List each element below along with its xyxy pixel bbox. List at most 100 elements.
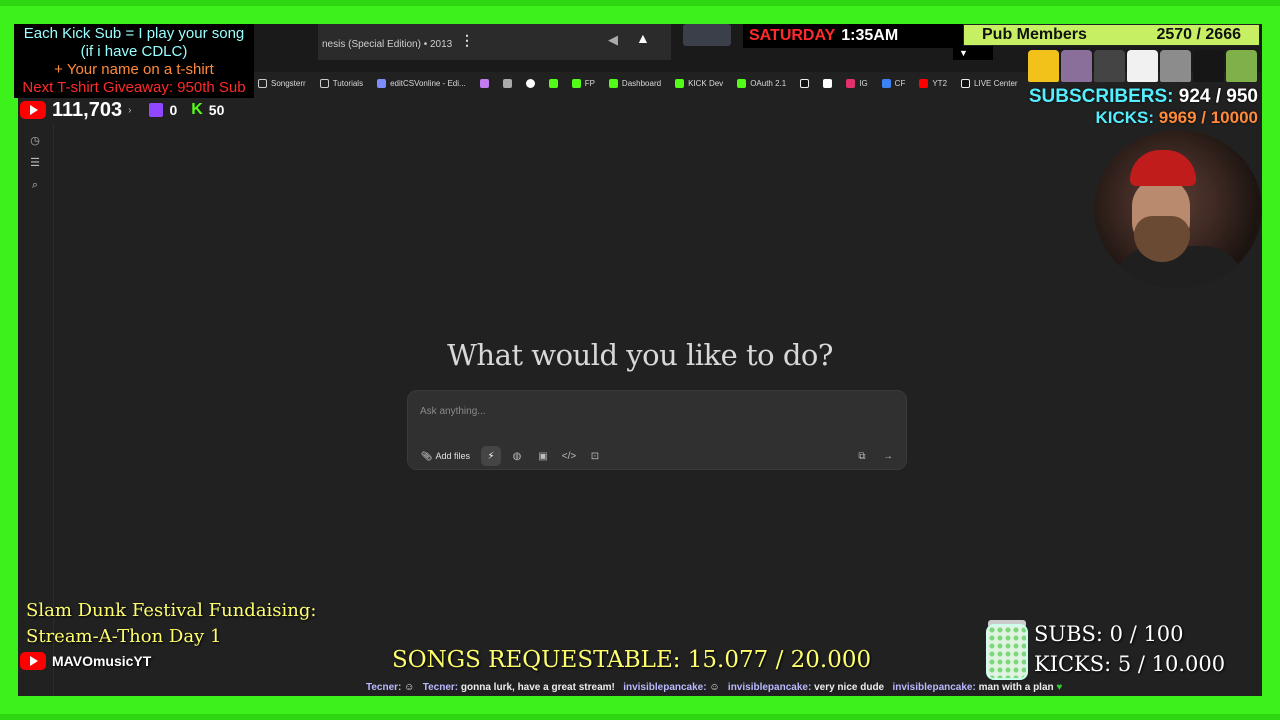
bookmark-colorful[interactable] bbox=[479, 78, 489, 88]
twitch-icon bbox=[149, 103, 164, 117]
kicks-goal: KICKS: 9969 / 10000 bbox=[1095, 108, 1258, 127]
emote-icon: ☺ bbox=[709, 682, 720, 693]
frame-border-bottom bbox=[0, 714, 1280, 720]
kick-icon: K bbox=[191, 101, 203, 118]
bookmark-editcsv[interactable]: editCSVonline - Edi... bbox=[377, 78, 466, 88]
bookmark-tiktok[interactable] bbox=[800, 78, 810, 88]
layout-icon: ⧉ bbox=[858, 450, 866, 462]
kick-icon bbox=[548, 78, 558, 88]
tshirt-image bbox=[1226, 50, 1257, 82]
chat-item: Tecner: ☺ bbox=[366, 682, 415, 693]
bookmark-ig[interactable]: IG bbox=[846, 78, 868, 88]
composer-toolbar: 📎︎ Add files ⚡︎ ◍ ▣ </> ⊡ bbox=[416, 446, 605, 466]
image-button[interactable]: ▣ bbox=[533, 446, 553, 466]
search-icon[interactable]: ⌕ bbox=[28, 179, 42, 192]
dropdown-arrow-icon[interactable]: ▼ bbox=[959, 48, 968, 58]
youtube-icon bbox=[919, 78, 929, 88]
canvas-button[interactable]: ⊡ bbox=[585, 446, 605, 466]
kick-icon bbox=[608, 78, 618, 88]
agent-mode-button[interactable]: ⚡︎ bbox=[480, 446, 501, 466]
tshirt-gallery bbox=[1028, 50, 1260, 84]
bookmark-fp[interactable]: FP bbox=[571, 78, 595, 88]
subs-goal: SUBS: 0 / 100 bbox=[1034, 622, 1184, 646]
prompt-input[interactable] bbox=[420, 403, 890, 419]
media-title: nesis (Special Edition) • 2013 bbox=[322, 39, 453, 50]
folder-icon bbox=[319, 78, 329, 88]
folder-icon bbox=[258, 78, 267, 88]
media-controls: nesis (Special Edition) • 2013 ⋮ ◀ ▲ ▼ bbox=[318, 24, 993, 60]
kick-icon bbox=[571, 78, 581, 88]
frame-border-top bbox=[0, 0, 1280, 6]
tshirt-image bbox=[1061, 50, 1092, 82]
bookmark-tutorials[interactable]: Tutorials bbox=[319, 78, 363, 88]
pub-members-label: Pub Members bbox=[982, 26, 1087, 43]
chat-item: invisiblepancake: very nice dude bbox=[727, 682, 885, 693]
jar-icon bbox=[986, 624, 1028, 680]
bookmark-cf[interactable]: CF bbox=[881, 78, 905, 88]
page-title: What would you like to do? bbox=[447, 338, 833, 372]
colorful-icon bbox=[479, 78, 489, 88]
chat-ticker: Tecner: ☺ Tecner: gonna lurk, have a gre… bbox=[366, 682, 1206, 696]
youtube-icon bbox=[20, 652, 46, 670]
kick-sub-line2: (if i have CDLC) bbox=[80, 43, 188, 60]
bookmark-shield[interactable] bbox=[502, 78, 512, 88]
pub-members-bar: Pub Members 2570 / 2666 bbox=[963, 24, 1260, 46]
bookmark-yt2[interactable]: YT2 bbox=[919, 78, 947, 88]
webcam-feed bbox=[1094, 130, 1262, 288]
chat-item: Tecner: gonna lurk, have a great stream! bbox=[422, 682, 615, 693]
code-button[interactable]: </> bbox=[559, 446, 579, 466]
image-icon: ▣ bbox=[538, 450, 548, 462]
bookmark-live-center[interactable]: LIVE Center bbox=[961, 78, 1018, 88]
cf-icon bbox=[881, 78, 891, 88]
chat-item: invisiblepancake: ☺ bbox=[623, 682, 720, 693]
twitch-count: 0 bbox=[169, 102, 178, 118]
bookmark-kick[interactable] bbox=[548, 78, 558, 88]
web-search-button[interactable]: ◍ bbox=[507, 446, 527, 466]
chevron-icon: › bbox=[128, 104, 132, 116]
history-icon[interactable]: ◷ bbox=[28, 134, 42, 147]
bookmark-dashboard[interactable]: Dashboard bbox=[608, 78, 661, 88]
bookmark-p[interactable] bbox=[823, 78, 833, 88]
subscribers-goal: SUBSCRIBERS: 924 / 950 bbox=[1028, 86, 1258, 107]
globe-icon: ◍ bbox=[512, 450, 522, 462]
paperclip-icon: 📎︎ bbox=[421, 450, 433, 461]
songs-requestable: SONGS REQUESTABLE: 15.077 / 20.000 bbox=[392, 647, 872, 673]
time-label: 1:35AM bbox=[841, 27, 899, 44]
code-icon: </> bbox=[561, 450, 577, 462]
kick-sub-line1: Each Kick Sub = I play your song bbox=[23, 25, 245, 42]
bookmark-kick-dev[interactable]: KICK Dev bbox=[675, 78, 723, 88]
kicks-value: 9969 / 10000 bbox=[1158, 108, 1258, 127]
bookmark-songsterr[interactable]: Songsterr bbox=[258, 78, 306, 88]
triangle-up-icon[interactable]: ▲ bbox=[636, 30, 650, 46]
bookmarks-bar: Songsterr Tutorials editCSVonline - Edi.… bbox=[258, 74, 1018, 92]
tshirt-image bbox=[1094, 50, 1125, 82]
pub-members-value: 2570 / 2666 bbox=[1156, 26, 1241, 43]
composer-actions: ⧉ → bbox=[852, 446, 898, 466]
tshirt-image bbox=[1028, 50, 1059, 82]
kicks-goal-bottom: KICKS: 5 / 10.000 bbox=[1034, 652, 1226, 676]
tiktok-icon bbox=[800, 78, 810, 88]
canvas-icon: ⊡ bbox=[590, 450, 600, 462]
youtube-count: 111,703 bbox=[52, 98, 123, 121]
layout-button[interactable]: ⧉ bbox=[852, 446, 872, 466]
tshirt-image bbox=[1193, 50, 1224, 82]
kick-sub-panel: Each Kick Sub = I play your song (if i h… bbox=[14, 24, 254, 98]
subscribers-value: 924 / 950 bbox=[1178, 86, 1258, 107]
instagram-icon bbox=[846, 78, 856, 88]
bookmark-oauth[interactable]: OAuth 2.1 bbox=[737, 78, 786, 88]
tab-thumbnail[interactable] bbox=[683, 24, 731, 46]
send-button[interactable]: → bbox=[878, 446, 898, 466]
list-icon[interactable]: ☰ bbox=[28, 156, 42, 169]
fundraiser-text: Slam Dunk Festival Fundaising: Stream-A-… bbox=[26, 600, 317, 647]
previous-icon[interactable]: ◀ bbox=[608, 32, 618, 48]
day-label: SATURDAY bbox=[749, 27, 836, 44]
kick-count: 50 bbox=[208, 102, 225, 118]
more-options-icon[interactable]: ⋮ bbox=[460, 32, 474, 49]
youtube-icon bbox=[20, 101, 46, 119]
bookmark-google[interactable] bbox=[525, 78, 535, 88]
kick-icon bbox=[737, 78, 747, 88]
kick-sub-line4: Next T-shirt Giveaway: 950th Sub bbox=[22, 79, 246, 96]
emote-icon: ☺ bbox=[404, 682, 415, 693]
channel-name: MAVOmusicYT bbox=[52, 653, 152, 669]
add-files-button[interactable]: 📎︎ Add files bbox=[416, 446, 475, 466]
